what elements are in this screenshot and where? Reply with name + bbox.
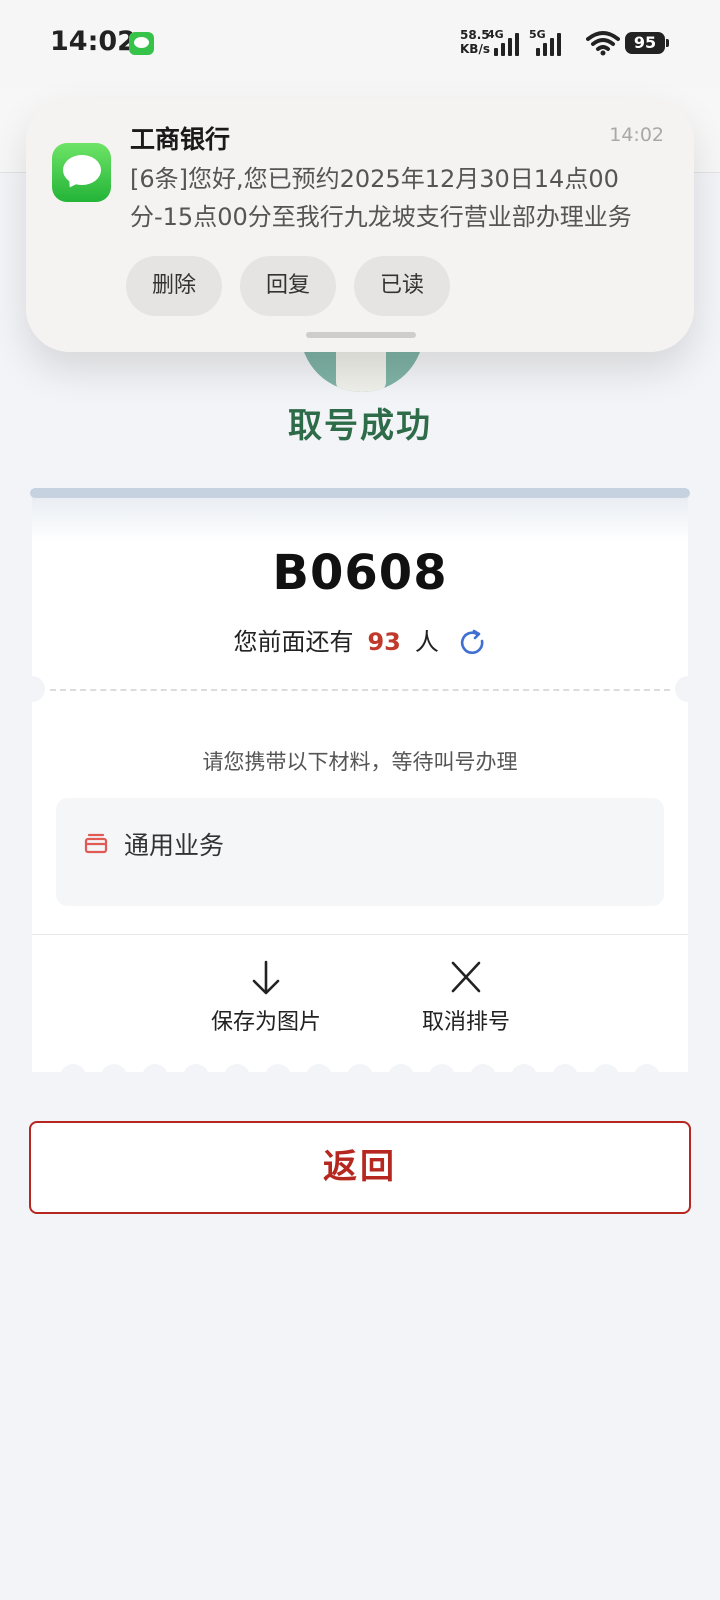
back-button[interactable]: 返回 (29, 1121, 691, 1214)
message-notification-icon (129, 32, 154, 55)
page-title: 取号成功 (288, 406, 432, 446)
save-image-label: 保存为图片 (210, 1010, 321, 1035)
status-bar: 14:02 58.5 KB/s 4G 5G 95 (0, 0, 720, 88)
notification-reply-button[interactable]: 回复 (240, 256, 336, 316)
ticket-header-gradient (32, 492, 688, 542)
service-label: 通用业务 (124, 831, 225, 860)
status-time: 14:02 (50, 26, 136, 57)
sms-notification[interactable]: 工商银行 14:02 [6条]您好,您已预约2025年12月30日14点00分-… (26, 98, 694, 352)
ticket-slot (30, 488, 690, 498)
messages-app-icon (52, 143, 111, 202)
notification-body: [6条]您好,您已预约2025年12月30日14点00分-15点00分至我行九龙… (130, 165, 632, 231)
queue-count: 93 (367, 628, 401, 656)
notification-mark-read-button[interactable]: 已读 (354, 256, 450, 316)
instruction-text: 请您携带以下材料，等待叫号办理 (202, 750, 518, 774)
queue-suffix: 人 (414, 628, 439, 656)
network-speed: 58.5 KB/s (460, 28, 490, 56)
queue-prefix: 您前面还有 (233, 628, 354, 656)
notification-delete-button[interactable]: 删除 (126, 256, 222, 316)
sim1-signal-icon (494, 32, 524, 56)
queue-status: 您前面还有 93 人 (32, 622, 688, 657)
ticket-scalloped-edge (32, 1062, 688, 1084)
ticket-notch-left (19, 676, 45, 702)
notification-drag-handle[interactable] (306, 332, 416, 338)
notification-time: 14:02 (609, 124, 664, 146)
notification-sender: 工商银行 (130, 125, 231, 154)
network-speed-unit: KB/s (460, 42, 490, 56)
wifi-icon (586, 31, 620, 56)
ticket-perforation (50, 689, 670, 691)
sim2-signal-icon (536, 32, 566, 56)
service-card-icon (84, 833, 108, 854)
cancel-queue-button[interactable]: 取消排号 (386, 958, 546, 1036)
ticket-notch-right (675, 676, 701, 702)
network-speed-value: 58.5 (460, 28, 490, 42)
download-icon (252, 960, 280, 995)
ticket-divider (32, 934, 688, 935)
refresh-icon[interactable] (459, 629, 487, 657)
close-icon (451, 961, 481, 993)
service-item: 通用业务 (56, 798, 664, 906)
ticket-number: B0608 (272, 545, 448, 601)
battery-indicator: 95 (625, 32, 669, 54)
save-image-button[interactable]: 保存为图片 (186, 958, 346, 1036)
cancel-queue-label: 取消排号 (421, 1010, 510, 1035)
